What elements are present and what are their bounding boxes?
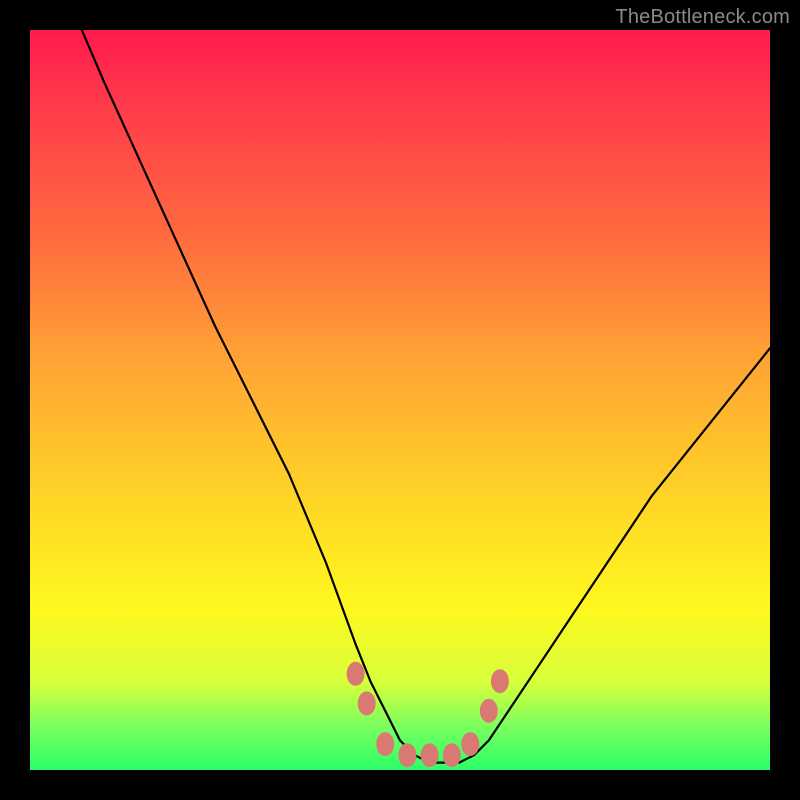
watermark-text: TheBottleneck.com [615,6,790,29]
marker-dot [461,732,479,756]
marker-dot [376,732,394,756]
marker-dot [421,743,439,767]
marker-dot [398,743,416,767]
marker-dot [491,669,509,693]
marker-dot [480,699,498,723]
marker-dot [443,743,461,767]
marker-dot [347,662,365,686]
curve-line [82,30,770,763]
marker-dot [358,691,376,715]
plot-area [30,30,770,770]
chart-svg [30,30,770,770]
chart-frame: TheBottleneck.com [0,0,800,800]
marker-dots [347,662,509,767]
